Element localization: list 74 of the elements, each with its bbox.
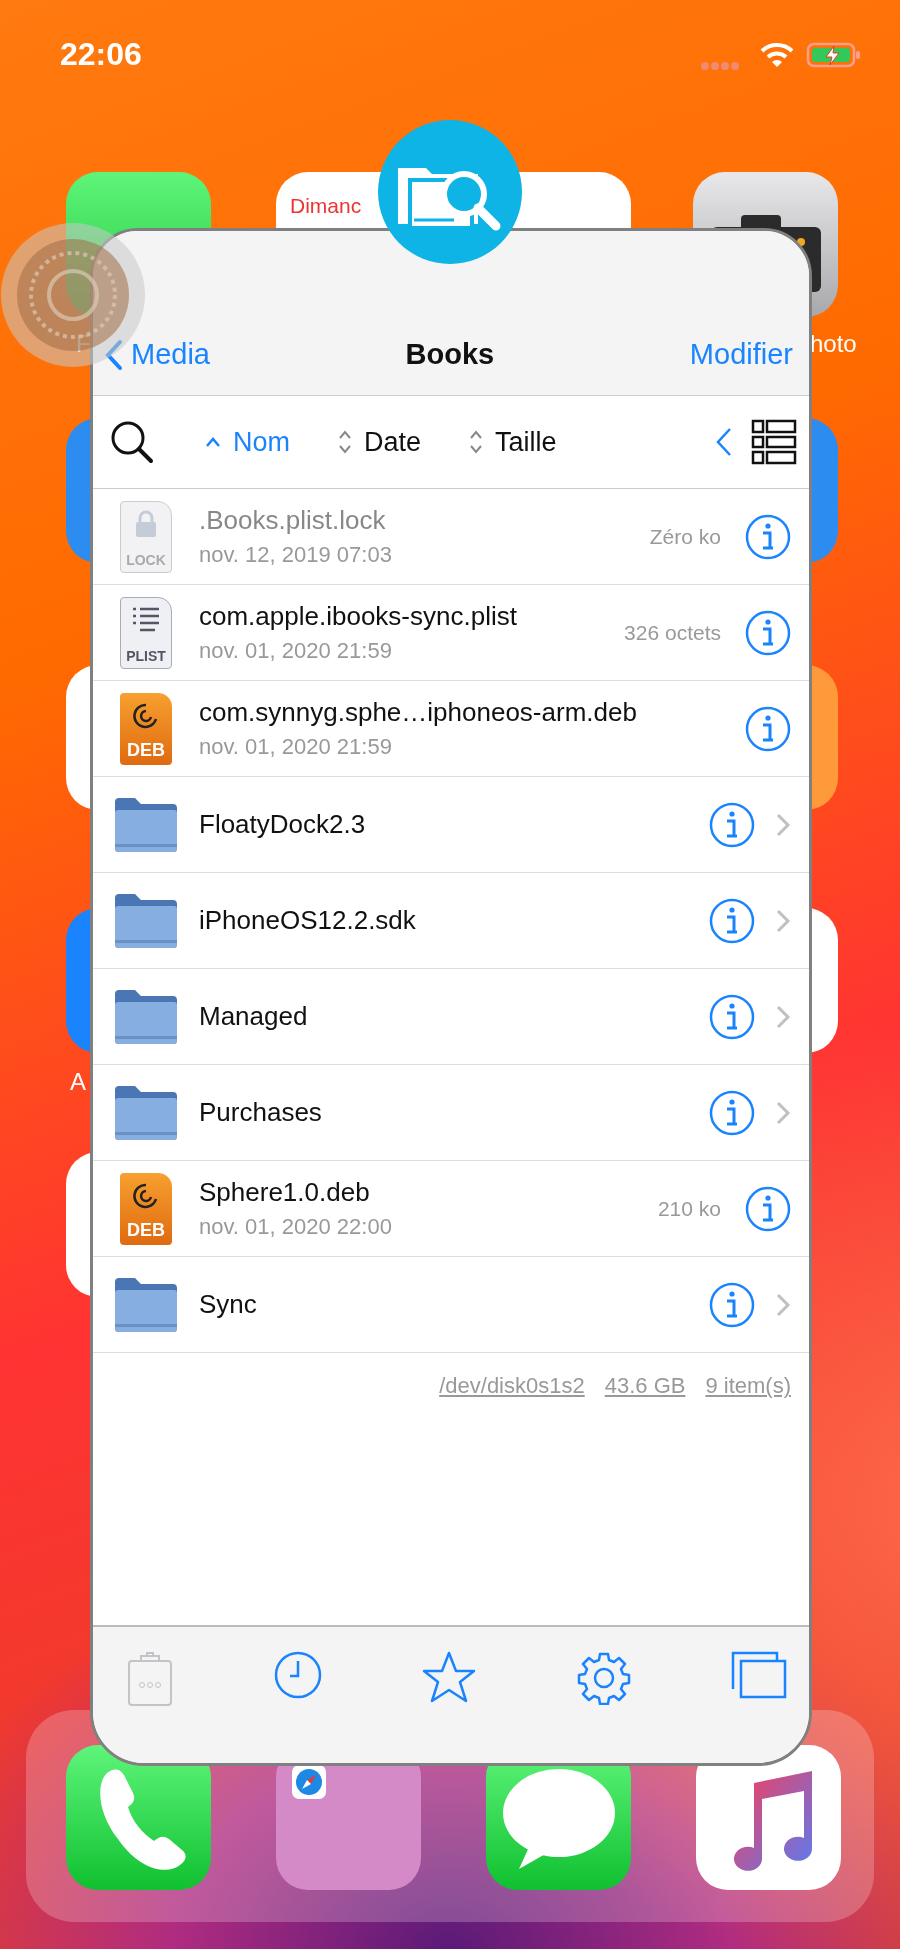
file-date: nov. 01, 2020 22:00: [199, 1214, 393, 1240]
calendar-day: Dimanc: [290, 194, 362, 218]
windows-icon[interactable]: [731, 1651, 787, 1699]
lock-file-icon: LOCK: [120, 500, 172, 573]
up-down-caret-icon: [469, 429, 484, 455]
clock-icon[interactable]: [273, 1651, 322, 1699]
info-icon[interactable]: [709, 801, 755, 848]
file-name: Sync: [199, 1289, 258, 1320]
info-icon[interactable]: [709, 1089, 755, 1136]
file-name: FloatyDock2.3: [199, 809, 367, 840]
info-icon[interactable]: [709, 993, 755, 1040]
search-icon[interactable]: [109, 419, 155, 465]
sort-tab[interactable]: Taille: [469, 426, 557, 458]
caret-up-icon: [205, 436, 221, 448]
chevron-right-icon: [775, 1291, 791, 1318]
info-icon[interactable]: [745, 705, 791, 752]
info-icon[interactable]: [709, 897, 755, 944]
sort-tab[interactable]: Date: [338, 426, 422, 458]
info-icon[interactable]: [745, 1185, 791, 1232]
file-name: .Books.plist.lock: [199, 505, 387, 536]
status-time: 22:06: [60, 36, 142, 73]
file-name: com.synnyg.sphe…iphoneos-arm.deb: [199, 697, 638, 728]
file-name: Purchases: [199, 1097, 323, 1128]
folder-icon: [113, 891, 179, 950]
file-size: 210 ko: [657, 1196, 721, 1221]
app-label: hoto: [810, 330, 857, 358]
battery-icon: [806, 42, 862, 68]
deb-file-icon: DEB: [120, 1172, 172, 1245]
settings-icon[interactable]: [576, 1651, 631, 1705]
file-name: iPhoneOS12.2.sdk: [199, 905, 417, 936]
list-layout-icon[interactable]: [751, 419, 797, 465]
file-size: 326 octets: [624, 620, 721, 645]
file-name: com.apple.ibooks-sync.plist: [199, 601, 518, 632]
chevron-left-icon: [105, 338, 123, 371]
up-down-caret-icon: [338, 429, 352, 455]
file-row[interactable]: FloatyDock2.3: [93, 777, 809, 873]
app-label: F: [76, 330, 91, 358]
chevron-right-icon: [775, 1003, 791, 1030]
chevron-right-icon: [775, 811, 791, 838]
folder-icon: [113, 1275, 179, 1334]
wifi-icon: [760, 42, 794, 68]
window-title: Books: [404, 338, 496, 371]
file-size: Zéro ko: [649, 524, 721, 549]
deb-file-icon: DEB: [120, 692, 172, 765]
chevron-right-icon: [775, 907, 791, 934]
info-icon[interactable]: [745, 513, 791, 560]
file-row[interactable]: Purchases: [93, 1065, 809, 1161]
folder-icon: [113, 1083, 179, 1142]
file-row[interactable]: Sync: [93, 1257, 809, 1353]
plist-file-icon: PLIST: [120, 596, 172, 669]
music-app-icon[interactable]: [696, 1745, 841, 1890]
folder-icon: [113, 795, 179, 854]
file-row[interactable]: DEB com.synnyg.sphe…iphoneos-arm.deb nov. 01, 2020 21:59: [93, 681, 809, 777]
sort-tab[interactable]: Nom: [205, 426, 290, 458]
file-date: nov. 01, 2020 21:59: [199, 734, 393, 760]
chevron-left-icon[interactable]: [715, 426, 733, 458]
file-date: nov. 01, 2020 21:59: [199, 638, 393, 664]
phone-app-icon[interactable]: [66, 1745, 211, 1890]
file-name: Managed: [199, 1001, 309, 1032]
star-icon[interactable]: [422, 1651, 476, 1703]
file-row[interactable]: PLIST com.apple.ibooks-sync.plist nov. 01, 2020 21:59 326 octets: [93, 585, 809, 681]
folder-icon: [113, 987, 179, 1046]
file-date: nov. 12, 2019 07:03: [199, 542, 393, 568]
file-name: Sphere1.0.deb: [199, 1177, 371, 1208]
file-row[interactable]: iPhoneOS12.2.sdk: [93, 873, 809, 969]
app-label: A: [70, 1068, 86, 1096]
chevron-right-icon: [775, 1099, 791, 1126]
file-row[interactable]: Managed: [93, 969, 809, 1065]
info-icon[interactable]: [709, 1281, 755, 1328]
folder-search-app-icon[interactable]: [378, 120, 522, 264]
file-row[interactable]: LOCK .Books.plist.lock nov. 12, 2019 07:03 Zéro ko: [93, 489, 809, 585]
signal-icon: [700, 61, 742, 71]
info-icon[interactable]: [745, 609, 791, 656]
file-row[interactable]: DEB Sphere1.0.deb nov. 01, 2020 22:00 210 ko: [93, 1161, 809, 1257]
